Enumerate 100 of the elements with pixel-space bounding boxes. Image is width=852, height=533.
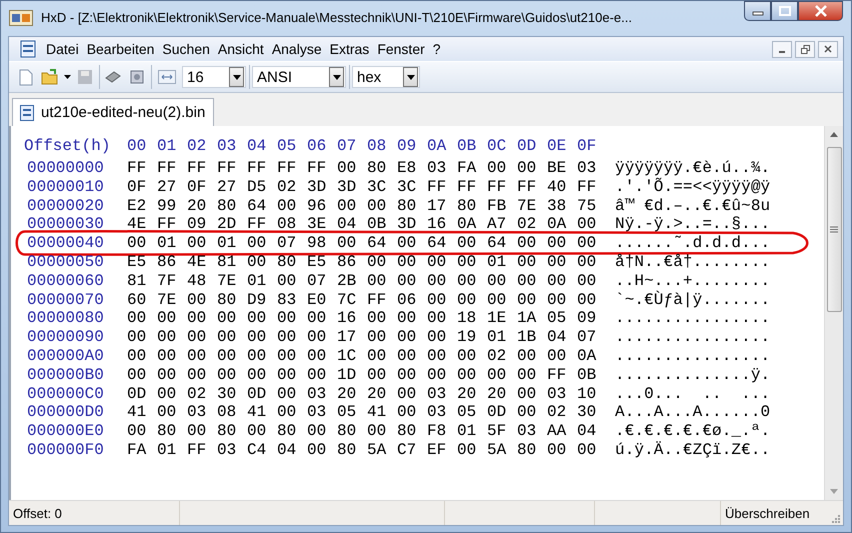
hex-byte: C4 <box>247 440 268 460</box>
ascii-text: â™ €d.–..€.€û~8u <box>615 196 770 216</box>
hex-byte: 7E <box>217 272 238 291</box>
hex-byte: 83 <box>277 290 298 310</box>
hex-byte: 0F <box>187 178 208 197</box>
hex-byte: 81 <box>217 252 238 272</box>
menu-item[interactable]: Bearbeiten <box>82 41 158 57</box>
row-offset: 000000C0 <box>27 384 105 404</box>
hex-byte: E8 <box>397 159 418 178</box>
hex-byte: 00 <box>247 346 268 366</box>
scroll-thumb[interactable] <box>826 147 842 312</box>
hex-byte: 08 <box>277 215 298 234</box>
hex-byte: 00 <box>127 234 148 253</box>
hex-byte: FF <box>547 366 568 385</box>
hex-byte: D9 <box>247 290 268 310</box>
hex-byte: 00 <box>157 346 178 366</box>
hex-byte: 0D <box>247 384 268 404</box>
column-header: 05 <box>277 137 298 156</box>
row-offset: 000000F0 <box>27 440 105 460</box>
maximize-button[interactable] <box>771 1 798 21</box>
row-offset: 00000060 <box>27 272 105 291</box>
hex-byte: 00 <box>517 346 538 366</box>
hex-byte: 00 <box>127 366 148 385</box>
hex-byte: 00 <box>187 234 208 253</box>
hex-byte: 06 <box>397 290 418 310</box>
hex-byte: 5F <box>487 422 508 441</box>
charset-dropdown[interactable]: ANSI <box>252 66 346 88</box>
close-button[interactable] <box>798 1 843 21</box>
hex-byte: 1B <box>517 328 538 347</box>
minimize-button[interactable] <box>772 40 792 58</box>
row-offset: 00000050 <box>27 252 105 272</box>
hex-byte: 07 <box>277 234 298 253</box>
row-offset: 00000020 <box>27 196 105 216</box>
hex-byte: FF <box>457 178 478 197</box>
hex-byte: 00 <box>157 328 178 347</box>
ascii-text: Nÿ.-ÿ.>..=..§... <box>615 215 770 234</box>
row-offset: 00000040 <box>27 234 105 253</box>
display-dropdown[interactable]: hex <box>352 66 420 88</box>
close-icon <box>814 5 828 17</box>
hex-byte: 4E <box>127 215 148 234</box>
ascii-text: ÿÿÿÿÿÿÿ.€è.ú..¾. <box>615 159 770 178</box>
hex-byte: 00 <box>547 272 568 291</box>
hex-byte: C7 <box>397 440 418 460</box>
hex-byte: 03 <box>547 384 568 404</box>
hex-byte: 2D <box>217 215 238 234</box>
hex-byte: 00 <box>487 290 508 310</box>
hex-byte: 00 <box>427 366 448 385</box>
ascii-text: ......˜.d.d.d... <box>615 234 770 253</box>
window-title: HxD - [Z:\Elektronik\Elektronik\Service-Manuale\Messtechnik\UNI-T\210E\Firmware\Guidos\ut210e-e... <box>41 10 633 25</box>
file-tab[interactable]: ut210e-edited-neu(2).bin <box>12 98 214 126</box>
hex-byte: 00 <box>337 159 358 178</box>
ascii-text: ..H~...+........ <box>615 272 770 290</box>
hex-byte: A7 <box>487 215 508 234</box>
ascii-text: å†N..€å†........ <box>615 252 770 272</box>
menu-item[interactable]: Suchen <box>158 41 214 57</box>
hex-byte: 01 <box>457 422 478 441</box>
hex-byte: FF <box>157 159 178 178</box>
hex-byte: 00 <box>247 252 268 272</box>
bytes-per-row-dropdown[interactable]: 16 <box>182 66 246 88</box>
hex-byte: 01 <box>157 234 178 253</box>
hex-byte: 7E <box>157 290 178 310</box>
hex-byte: 00 <box>397 403 418 422</box>
menu-item[interactable]: Analyse <box>268 41 326 57</box>
hex-byte: 48 <box>187 272 208 291</box>
ascii-text: `~.€Ùƒà|ÿ....... <box>615 290 770 310</box>
hex-byte: 02 <box>517 215 538 234</box>
hex-byte: 00 <box>487 272 508 291</box>
hex-byte: 00 <box>127 422 148 441</box>
hex-byte: 00 <box>457 346 478 366</box>
column-header: 06 <box>307 137 328 156</box>
hex-byte: 41 <box>127 403 148 422</box>
hex-byte: 3D <box>307 178 328 197</box>
scroll-up-icon <box>830 132 838 137</box>
hex-byte: 3E <box>307 215 328 234</box>
hex-byte: 16 <box>427 215 448 234</box>
menu-item[interactable]: ? <box>428 41 445 57</box>
menu-item[interactable]: Ansicht <box>214 41 268 57</box>
hex-byte: AA <box>547 422 568 441</box>
floppy-icon <box>77 69 93 85</box>
hex-byte: 02 <box>187 384 208 404</box>
menu-item[interactable]: Extras <box>326 41 374 57</box>
hex-byte: 2B <box>337 272 358 291</box>
menu-item[interactable]: Datei <box>42 41 83 57</box>
restore-button[interactable] <box>795 40 815 58</box>
hex-byte: FF <box>247 159 268 178</box>
close-button[interactable] <box>818 40 838 58</box>
hex-byte: 08 <box>217 403 238 422</box>
hex-byte: 4E <box>187 252 208 272</box>
hex-byte: 00 <box>517 403 538 422</box>
hex-byte: 00 <box>307 366 328 385</box>
minimize-button[interactable] <box>744 1 771 21</box>
menu-item[interactable]: Fenster <box>373 41 429 57</box>
caret-icon <box>64 75 71 79</box>
hex-byte: FB <box>487 196 508 216</box>
hex-byte: 5A <box>367 440 388 460</box>
hex-byte: 00 <box>457 440 478 460</box>
hex-byte: 00 <box>577 290 598 310</box>
hex-byte: 20 <box>487 384 508 404</box>
scrollbar[interactable] <box>824 126 843 500</box>
hex-byte: 41 <box>367 403 388 422</box>
